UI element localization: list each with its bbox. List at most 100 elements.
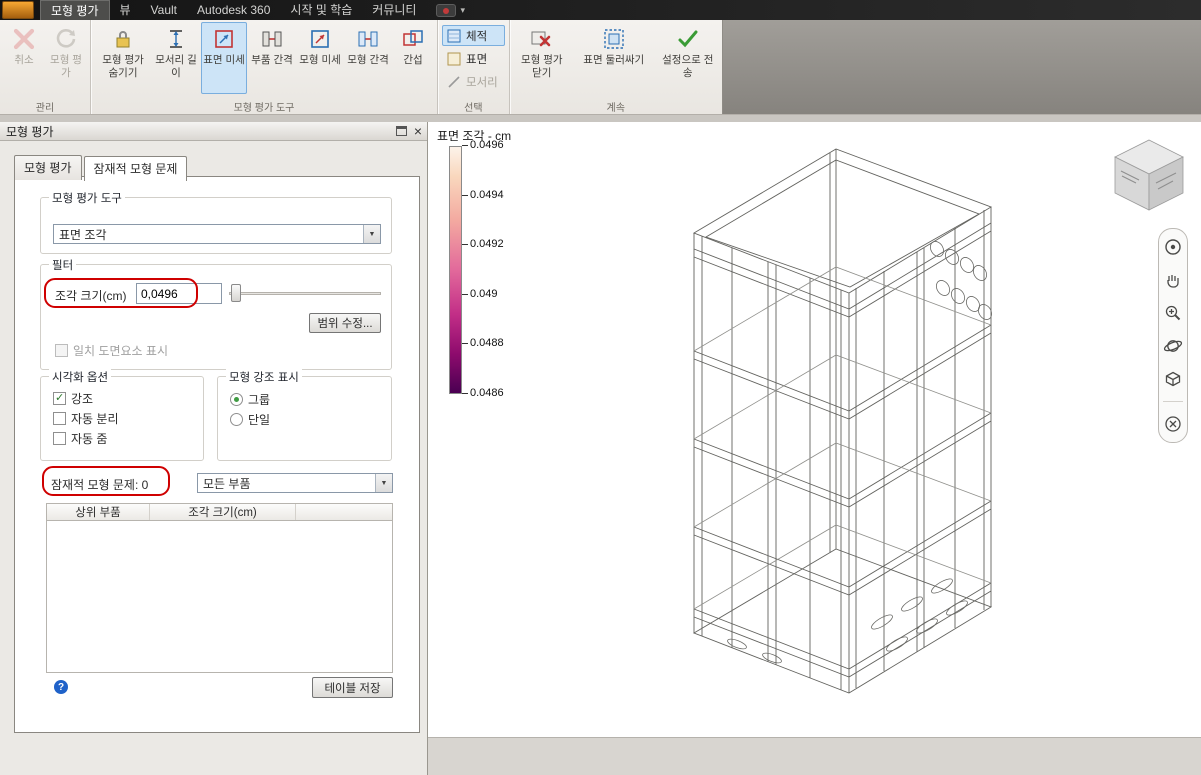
- close-evaluation-icon: [531, 31, 551, 47]
- panel-titlebar: 모형 평가: [0, 122, 427, 141]
- tab-community[interactable]: 커뮤니티: [362, 0, 426, 20]
- group-label-manage: 관리: [35, 103, 55, 114]
- navbar-menu-icon[interactable]: [1162, 413, 1184, 435]
- eval-tool-dropdown[interactable]: 표면 조각: [53, 224, 381, 244]
- select-surface-button[interactable]: 표면: [442, 48, 505, 69]
- model-wireframe[interactable]: [428, 122, 1201, 737]
- zoom-icon[interactable]: [1162, 302, 1184, 324]
- column-filler: [296, 504, 392, 520]
- tab-autodesk-360[interactable]: Autodesk 360: [187, 0, 280, 20]
- application-menu-button[interactable]: [2, 1, 34, 19]
- edit-range-button[interactable]: 범위 수정...: [309, 313, 381, 333]
- model-evaluate-button[interactable]: 모형 평가: [46, 22, 86, 94]
- model-evaluation-panel: 모형 평가 모형 평가 잠재적 모형 문제 모형 평가 도구 표면 조각 필터 …: [0, 122, 428, 775]
- part-gap-button[interactable]: 부품 간격: [249, 22, 295, 94]
- tab-model-evaluation[interactable]: 모형 평가: [40, 0, 110, 20]
- surface-fineness-button[interactable]: 표면 미세: [201, 22, 247, 94]
- close-evaluation-button[interactable]: 모형 평가 닫기: [514, 22, 570, 94]
- model-gap-icon: [358, 31, 378, 47]
- tab-model-eval[interactable]: 모형 평가: [14, 155, 82, 180]
- select-edge-button[interactable]: 모서리: [442, 71, 505, 92]
- chevron-down-icon: [375, 474, 392, 492]
- issues-table-header: 상위 부품 조각 크기(cm): [47, 504, 392, 521]
- volume-icon: [447, 29, 461, 42]
- surface-wrap-button[interactable]: 표면 둘러싸기: [572, 22, 656, 94]
- interference-button[interactable]: 간섭: [393, 22, 433, 94]
- checkbox-box-icon: [53, 432, 66, 445]
- titlebar: 모형 평가 뷰 Vault Autodesk 360 시작 및 학습 커뮤니티: [0, 0, 1201, 20]
- look-at-icon[interactable]: [1162, 368, 1184, 390]
- groupbox-visualization: 시각화 옵션 강조 자동 분리 자동 줌: [40, 369, 204, 461]
- checkbox-box-icon: [55, 344, 68, 357]
- checkbox-box-icon: [53, 412, 66, 425]
- radio-icon: [230, 413, 243, 426]
- slider-thumb[interactable]: [231, 284, 241, 302]
- panel-close-icon[interactable]: [414, 125, 422, 137]
- checkmark-icon: [678, 30, 698, 48]
- surface-wrap-icon: [604, 29, 624, 49]
- tab-view[interactable]: 뷰: [110, 0, 141, 20]
- radio-group[interactable]: 그룹: [230, 391, 270, 408]
- edge-icon: [448, 75, 460, 88]
- group-label-continue: 계속: [606, 103, 625, 114]
- send-to-settings-button[interactable]: 설정으로 전송: [658, 22, 718, 94]
- surface-icon: [447, 52, 461, 65]
- ribbon-panel-gap: [0, 115, 1201, 122]
- panel-tabs: 모형 평가 잠재적 모형 문제: [14, 155, 189, 181]
- undo-x-icon: [13, 28, 35, 50]
- panel-title: 모형 평가: [6, 124, 54, 139]
- lock-icon: [116, 31, 130, 48]
- slider-track: [229, 292, 381, 295]
- dock-window-icon[interactable]: [395, 126, 407, 136]
- refresh-arrows-icon: [56, 29, 76, 48]
- interference-icon: [403, 30, 423, 46]
- groupbox-eval-tool-label: 모형 평가 도구: [49, 190, 125, 206]
- tab-potential-model-issues[interactable]: 잠재적 모형 문제: [83, 156, 188, 181]
- viewport[interactable]: 표면 조각 - cm 0.0496 0.0494 0.0492 0.049 0.…: [428, 122, 1201, 775]
- full-navigation-wheel-icon[interactable]: [1162, 236, 1184, 258]
- parts-filter-dropdown[interactable]: 모든 부품: [197, 473, 393, 493]
- undo-button[interactable]: 취소: [4, 22, 44, 94]
- groupbox-eval-tool: 모형 평가 도구 표면 조각: [40, 190, 392, 254]
- ribbon-group-eval-tools: 모형 평가 숨기기 모서리 길이 표면 미세 부품 간격 모형 미세 모형 간격…: [90, 20, 437, 114]
- model-gap-button[interactable]: 모형 간격: [345, 22, 391, 94]
- checkbox-highlight[interactable]: 강조: [53, 390, 93, 407]
- ribbon-empty-area: [721, 20, 1201, 114]
- save-table-button[interactable]: 테이블 저장: [312, 677, 393, 698]
- chevron-down-icon: [363, 225, 380, 243]
- titlebar-badge-icon[interactable]: [436, 3, 457, 17]
- checkbox-auto-separate[interactable]: 자동 분리: [53, 410, 119, 427]
- checkbox-auto-zoom[interactable]: 자동 줌: [53, 430, 107, 447]
- orbit-icon[interactable]: [1162, 335, 1184, 357]
- navbar-separator: [1163, 401, 1183, 402]
- groupbox-highlight-display: 모형 강조 표시 그룹 단일: [217, 369, 392, 461]
- radio-single[interactable]: 단일: [230, 411, 270, 428]
- column-fragment-size[interactable]: 조각 크기(cm): [150, 504, 296, 520]
- size-slider[interactable]: [229, 284, 381, 302]
- help-icon[interactable]: [54, 680, 68, 694]
- radio-icon: [230, 393, 243, 406]
- part-gap-icon: [262, 31, 282, 47]
- model-fineness-icon: [311, 30, 329, 48]
- ribbon-group-select: 체적 표면 모서리 선택: [437, 20, 509, 114]
- tab-vault[interactable]: Vault: [141, 0, 187, 20]
- fragment-size-input[interactable]: [136, 283, 222, 304]
- edge-length-button[interactable]: 모서리 길이: [153, 22, 199, 94]
- pan-hand-icon[interactable]: [1162, 269, 1184, 291]
- model-fineness-button[interactable]: 모형 미세: [297, 22, 343, 94]
- checkbox-match-geometry[interactable]: 일치 도면요소 표시: [55, 342, 168, 359]
- column-parent-part[interactable]: 상위 부품: [47, 504, 150, 520]
- issues-table: 상위 부품 조각 크기(cm): [46, 503, 393, 673]
- checkbox-box-icon: [53, 391, 66, 405]
- surface-fineness-icon: [215, 30, 233, 48]
- tab-get-started[interactable]: 시작 및 학습: [280, 0, 362, 20]
- panel-content: 모형 평가 도구 표면 조각 필터 조각 크기(cm) 범위 수정... 일치 …: [14, 176, 420, 733]
- chevron-down-icon[interactable]: [460, 5, 465, 16]
- ribbon-group-manage: 취소 모형 평가 관리: [0, 20, 90, 114]
- issues-table-body[interactable]: [47, 521, 392, 672]
- select-volume-button[interactable]: 체적: [442, 25, 505, 46]
- ribbon-group-continue: 모형 평가 닫기 표면 둘러싸기 설정으로 전송 계속: [508, 20, 722, 114]
- view-cube[interactable]: [1109, 134, 1189, 214]
- hide-evaluation-button[interactable]: 모형 평가 숨기기: [95, 22, 151, 94]
- group-label-eval-tools: 모형 평가 도구: [233, 103, 295, 114]
